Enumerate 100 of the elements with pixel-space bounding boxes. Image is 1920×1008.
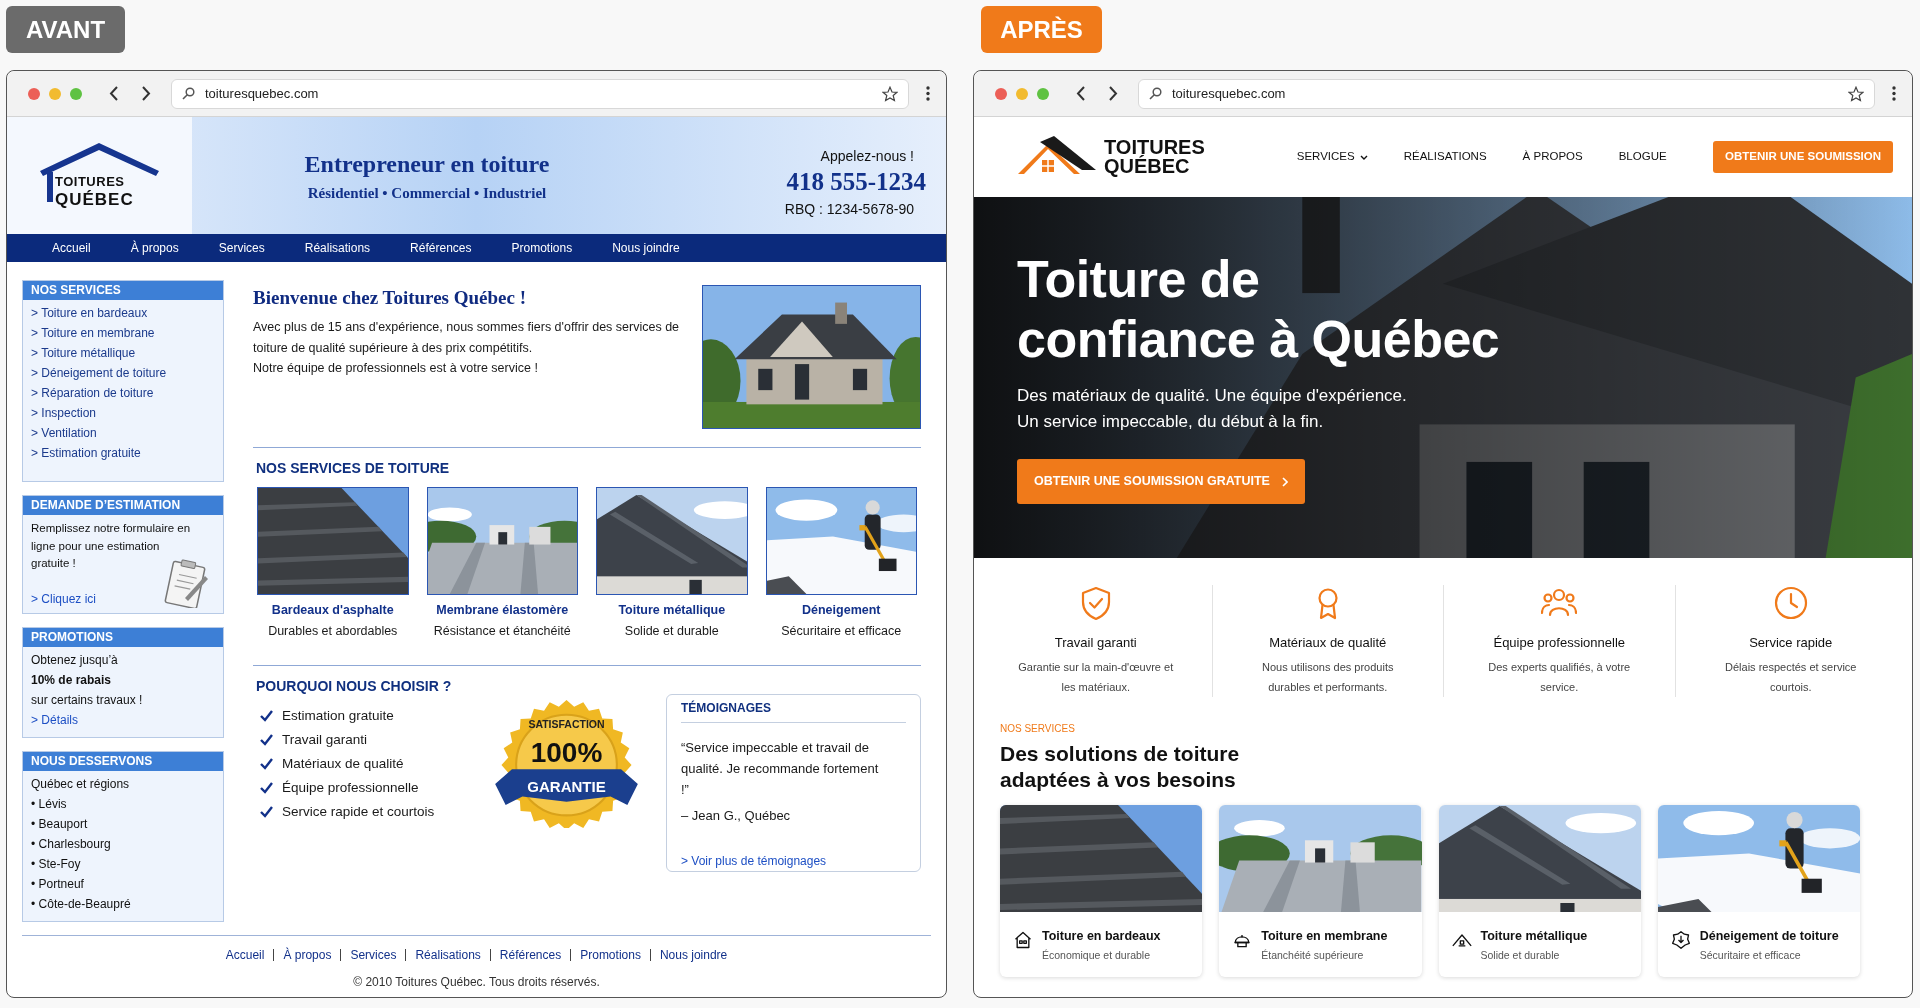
chevron-right-icon: [1281, 476, 1288, 487]
nav-link[interactable]: Références: [410, 239, 472, 257]
nav-link[interactable]: Services: [218, 239, 265, 257]
card-text: Solide et durable: [1480, 947, 1561, 963]
nav-link[interactable]: BLOGUE: [1618, 148, 1667, 166]
service-title[interactable]: Toiture métallique: [618, 601, 726, 619]
menu-icon[interactable]: [1892, 86, 1896, 101]
service-link[interactable]: > Ventilation: [31, 423, 223, 443]
service-card[interactable]: Toiture en bardeaux Économique et durable: [1000, 804, 1203, 977]
feature-title: Équipe professionnelle: [1493, 634, 1625, 652]
region-text: Québec et régions: [31, 776, 131, 793]
feature-text: Garantie sur la main-d'œuvre et les matériaux.: [1017, 659, 1175, 695]
card-title: Déneigement de toiture: [1699, 927, 1839, 945]
testimonials-link[interactable]: > Voir plus de témoignages: [681, 851, 906, 870]
clipboard-icon: [163, 558, 211, 608]
nav-link[interactable]: À propos: [130, 239, 179, 257]
footer-link[interactable]: Promotions: [580, 946, 641, 964]
service-note: Solide et durable: [624, 623, 719, 640]
nav-link[interactable]: RÉALISATIONS: [1403, 148, 1487, 166]
promotion-text: sur certains travaux !: [31, 692, 144, 709]
back-icon[interactable]: [109, 86, 119, 101]
service-note: Sécuritaire et efficace: [781, 623, 902, 640]
forward-icon[interactable]: [1108, 86, 1118, 101]
service-link[interactable]: > Déneigement de toiture: [31, 363, 223, 383]
service-title[interactable]: Bardeaux d'asphalte: [271, 601, 394, 619]
clock-icon: [1772, 585, 1809, 621]
section-eyebrow: NOS SERVICES: [1000, 721, 1076, 736]
benefit-text: Équipe professionnelle: [282, 778, 419, 797]
service-note: Durables et abordables: [268, 623, 398, 640]
search-icon: [182, 87, 195, 100]
arrow-badge-icon: [1670, 929, 1691, 950]
check-icon: [260, 758, 273, 770]
nav-link[interactable]: Réalisations: [304, 239, 371, 257]
area-item: • Ste-Foy: [31, 856, 82, 873]
footer-link[interactable]: Références: [499, 946, 562, 964]
footer-link[interactable]: Accueil: [225, 946, 265, 964]
area-item: • Portneuf: [31, 876, 85, 893]
welcome-text: Notre équipe de professionnels est à votre service !: [253, 360, 539, 378]
footer-link[interactable]: Réalisations: [415, 946, 481, 964]
hero-text: Des matériaux de qualité. Une équipe d'expérience. Un service impeccable, du début à la fin.: [1017, 385, 1408, 433]
back-icon[interactable]: [1076, 86, 1086, 101]
address-bar[interactable]: toituresquebec.com: [171, 78, 909, 109]
benefit-text: Travail garanti: [282, 730, 368, 749]
area-item: • Lévis: [31, 796, 68, 813]
footer-link[interactable]: Nous joindre: [659, 946, 728, 964]
check-icon: [260, 710, 273, 722]
service-card[interactable]: Déneigement de toiture Sécuritaire et efficace: [1657, 804, 1860, 977]
close-button[interactable]: [995, 87, 1007, 100]
menu-icon[interactable]: [926, 86, 930, 101]
close-button[interactable]: [28, 87, 40, 100]
call-label: Appelez-nous !: [820, 147, 914, 166]
card-title: Toiture en membrane: [1261, 927, 1388, 945]
footer-link[interactable]: À propos: [283, 946, 332, 964]
benefit-text: Estimation gratuite: [282, 706, 394, 725]
service-link[interactable]: > Toiture en membrane: [31, 323, 223, 343]
address-bar[interactable]: toituresquebec.com: [1138, 78, 1875, 109]
forward-icon[interactable]: [141, 86, 151, 101]
card-text: Sécuritaire et efficace: [1699, 947, 1802, 963]
copyright-text: © 2010 Toitures Québec. Tous droits réservés.: [352, 974, 601, 991]
card-text: Économique et durable: [1042, 947, 1151, 963]
service-link[interactable]: > Réparation de toiture: [31, 383, 223, 403]
service-link[interactable]: > Estimation gratuite: [31, 443, 223, 463]
site-title: Entrepreneur en toiture: [304, 150, 550, 178]
service-title[interactable]: Déneigement: [802, 601, 881, 619]
area-item: • Beauport: [31, 816, 89, 833]
nav-link[interactable]: Promotions: [511, 239, 573, 257]
star-icon[interactable]: [1848, 85, 1864, 102]
after-label: APRÈS: [981, 6, 1102, 53]
service-card[interactable]: Toiture en membrane Étanchéité supérieure: [1219, 804, 1422, 977]
panel-heading: DEMANDE D’ESTIMATION: [23, 496, 223, 515]
service-title[interactable]: Membrane élastomère: [436, 601, 569, 619]
panel-heading: NOUS DESSERVONS: [23, 752, 223, 771]
nav-link[interactable]: Accueil: [52, 239, 91, 257]
section-heading: Des solutions de toiture adaptées à vos besoins: [1000, 740, 1241, 793]
estimate-link[interactable]: > Cliquez ici: [31, 590, 97, 608]
service-link[interactable]: > Toiture en bardeaux: [31, 303, 223, 323]
service-link[interactable]: > Toiture métallique: [31, 343, 223, 363]
benefit-text: Matériaux de qualité: [282, 754, 404, 773]
feature-title: Travail garanti: [1054, 634, 1137, 652]
service-card[interactable]: Toiture métallique Solide et durable: [1438, 804, 1641, 977]
chevron-down-icon: [1359, 154, 1368, 160]
testimonial-quote: “Service impeccable et travail de qualité. Je recommande fortement !”: [681, 739, 880, 799]
welcome-heading: Bienvenue chez Toitures Québec !: [253, 286, 528, 310]
nav-link[interactable]: SERVICES: [1296, 148, 1368, 166]
nav-link[interactable]: À PROPOS: [1522, 148, 1583, 166]
service-link[interactable]: > Inspection: [31, 403, 223, 423]
star-icon[interactable]: [882, 85, 898, 102]
area-item: • Charlesbourg: [31, 836, 112, 853]
estimate-text: Remplissez notre formulaire en ligne pour une estimation gratuite !: [31, 521, 191, 571]
feature-text: Des experts qualifiés, à votre service.: [1487, 659, 1632, 695]
check-icon: [260, 806, 273, 818]
card-title: Toiture métallique: [1480, 927, 1588, 945]
seal-text: SATISFACTION: [527, 717, 606, 732]
details-link[interactable]: > Détails: [31, 710, 223, 730]
panel-heading: NOS SERVICES: [23, 281, 223, 300]
footer-link[interactable]: Services: [350, 946, 397, 964]
phone-number: 418 555-1234: [786, 167, 926, 197]
nav-link[interactable]: Nous joindre: [612, 239, 680, 257]
promotion-offer: 10% de rabais: [31, 672, 113, 689]
check-icon: [260, 734, 273, 746]
